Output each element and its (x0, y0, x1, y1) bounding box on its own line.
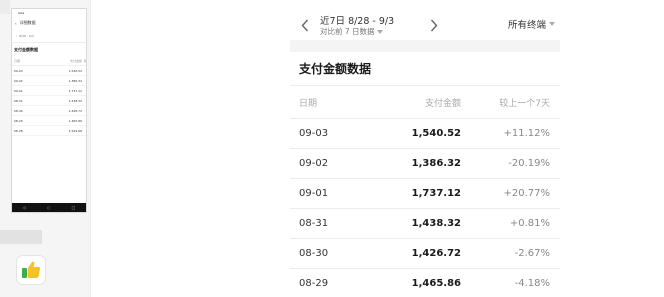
phone-cell-date: 08-28 (14, 128, 23, 133)
blurred-region (0, 230, 42, 244)
table-row: 08-31 1,438.32 +0.81% (290, 209, 560, 239)
phone-col-amount: 支付金额 (69, 59, 82, 63)
phone-cell-amount: 1,529.98 (68, 128, 82, 133)
phone-cell-date: 08-30 (14, 108, 23, 113)
phone-col-change: 较上 (83, 59, 87, 63)
cell-date: 08-30 (299, 248, 329, 259)
cell-date: 09-01 (299, 188, 329, 199)
cell-change: -20.19% (508, 158, 550, 169)
blurred-region (0, 0, 10, 14)
phone-date-range: ‹ 8/28 - 9/3 (12, 29, 86, 43)
cell-amount: 1,737.12 (411, 188, 461, 199)
phone-table-row: 08-31 1,438.32 + (12, 96, 86, 106)
phone-cell-change: + (82, 89, 86, 93)
date-range-bar: 近7日 8/28 - 9/3 对比前 7 日数据 所有终端 (290, 8, 560, 40)
cell-amount: 1,386.32 (411, 158, 461, 169)
table-row: 08-29 1,465.86 -4.18% (290, 269, 560, 297)
col-header-amount: 支付金额 (424, 98, 461, 109)
caret-down-icon (376, 29, 383, 34)
phone-table-row: 09-01 1,737.12 + (12, 86, 86, 96)
chevron-left-icon: ‹ (16, 33, 18, 38)
phone-cell-date: 09-03 (14, 68, 23, 73)
phone-table-row: 08-28 1,529.98 + (12, 126, 86, 136)
terminal-label: 所有终端 (507, 20, 546, 31)
phone-cell-change: - (82, 119, 86, 123)
phone-cell-date: 09-02 (14, 78, 23, 83)
phone-cell-change: + (82, 129, 86, 133)
phone-cell-amount: 1,540.52 (68, 68, 82, 73)
divider (290, 40, 560, 52)
table-row: 08-30 1,426.72 -2.67% (290, 239, 560, 269)
compare-period-selector[interactable]: 对比前 7 日数据 (320, 26, 383, 37)
phone-nav-bar: ◁ ○ □ (12, 203, 86, 212)
phone-cell-date: 08-29 (14, 118, 23, 123)
thumbs-up-icon[interactable] (16, 255, 46, 285)
phone-table-row: 08-29 1,465.86 - (12, 116, 86, 126)
phone-table-header: 日期 支付金额 较上 (12, 57, 86, 66)
payment-data-panel: 近7日 8/28 - 9/3 对比前 7 日数据 所有终端 支付金额数据 日期 … (290, 8, 560, 297)
phone-cell-date: 08-31 (14, 98, 23, 103)
thumbs-up-glyph (22, 261, 41, 278)
cell-change: +11.12% (503, 128, 550, 139)
phone-status-bar: ▪▪▪ (18, 11, 25, 15)
phone-cell-amount: 1,386.32 (68, 78, 82, 83)
chevron-right-icon[interactable] (428, 16, 440, 34)
table-row: 09-01 1,737.12 +20.77% (290, 179, 560, 209)
col-header-date: 日期 (299, 98, 318, 109)
phone-preview-thumbnail[interactable]: ▪▪▪ ‹ 详细数据 ‹ 8/28 - 9/3 支付金额数据 日期 支付金额 较… (11, 8, 87, 213)
cell-date: 08-31 (299, 218, 329, 229)
cell-amount: 1,426.72 (411, 248, 461, 259)
home-icon: ○ (46, 205, 51, 210)
payment-table: 日期 支付金额 较上一个7天 09-03 1,540.52 +11.12% 09… (290, 86, 560, 297)
cell-change: -4.18% (514, 278, 550, 289)
section-title: 支付金额数据 (290, 52, 560, 86)
phone-cell-amount: 1,737.12 (68, 88, 82, 93)
phone-col-date: 日期 (14, 59, 21, 63)
caret-down-icon (549, 22, 555, 26)
phone-cell-change: + (82, 99, 86, 103)
cell-amount: 1,465.86 (411, 278, 461, 289)
chevron-left-icon[interactable] (299, 16, 311, 34)
col-header-change: 较上一个7天 (499, 98, 550, 109)
cell-date: 09-02 (299, 158, 329, 169)
phone-cell-date: 09-01 (14, 88, 23, 93)
terminal-filter-dropdown[interactable]: 所有终端 (508, 17, 555, 31)
cell-change: +20.77% (503, 188, 550, 199)
back-arrow-icon: ‹ (15, 20, 17, 26)
phone-range-label: 8/28 - 9/3 (19, 33, 34, 38)
phone-title: 详细数据 (19, 20, 36, 25)
cell-date: 09-03 (299, 128, 329, 139)
cell-amount: 1,438.32 (411, 218, 461, 229)
phone-cell-change: - (82, 79, 86, 83)
recents-icon: □ (71, 205, 76, 210)
table-row: 09-03 1,540.52 +11.12% (290, 119, 560, 149)
cell-amount: 1,540.52 (411, 128, 461, 139)
cell-change: +0.81% (509, 218, 550, 229)
back-icon: ◁ (22, 205, 26, 210)
phone-cell-change: + (82, 69, 86, 73)
cell-change: -2.67% (514, 248, 550, 259)
compare-label: 对比前 7 日数据 (320, 27, 375, 36)
phone-table-row: 08-30 1,426.72 - (12, 106, 86, 116)
table-header: 日期 支付金额 较上一个7天 (290, 86, 560, 119)
date-range-label[interactable]: 近7日 8/28 - 9/3 (320, 13, 394, 27)
phone-cell-amount: 1,438.32 (68, 98, 82, 103)
cell-date: 08-29 (299, 278, 329, 289)
phone-section-title: 支付金额数据 (14, 47, 38, 52)
phone-table-row: 09-03 1,540.52 + (12, 66, 86, 76)
phone-cell-amount: 1,426.72 (68, 108, 82, 113)
phone-header: ‹ 详细数据 (12, 17, 86, 29)
phone-table-row: 09-02 1,386.32 - (12, 76, 86, 86)
table-row: 09-02 1,386.32 -20.19% (290, 149, 560, 179)
phone-cell-amount: 1,465.86 (68, 118, 82, 123)
phone-cell-change: - (82, 109, 86, 113)
